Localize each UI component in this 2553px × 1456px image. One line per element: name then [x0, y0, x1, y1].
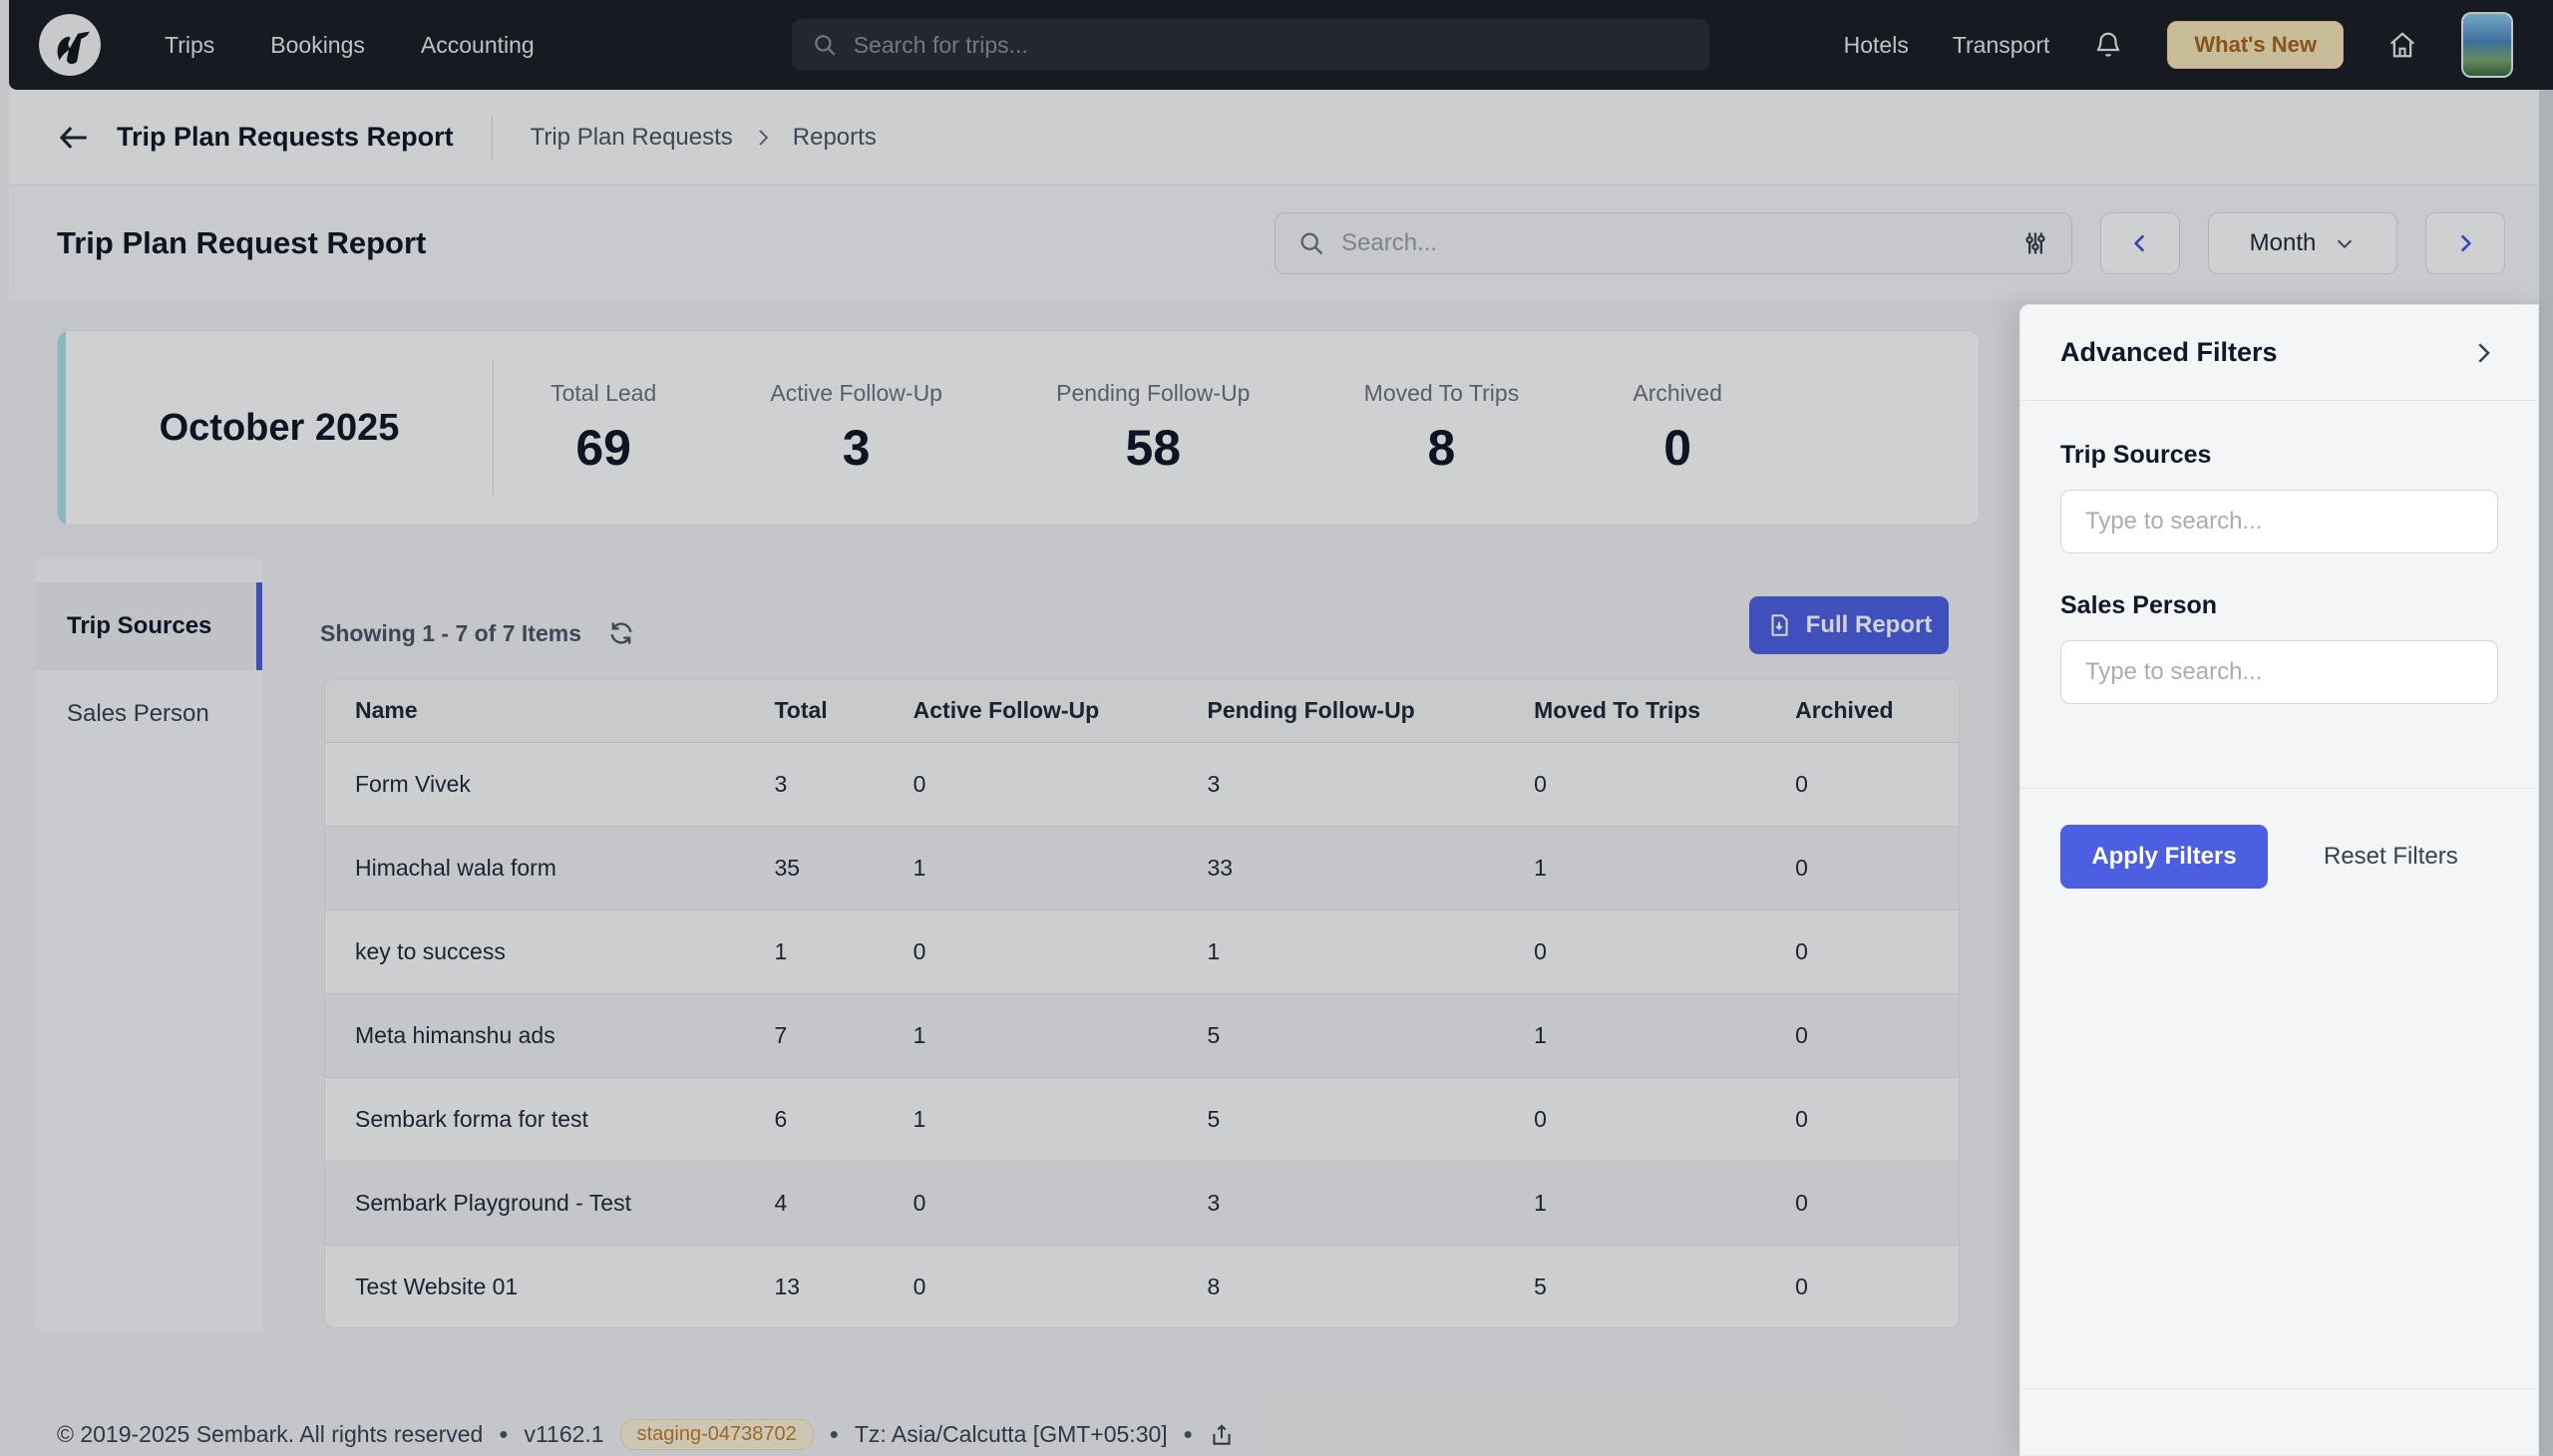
advanced-filters-drawer: Advanced Filters Trip Sources Sales Pers… — [2019, 304, 2539, 1456]
drawer-bottom-divider — [2020, 1388, 2538, 1389]
drawer-header: Advanced Filters — [2020, 305, 2538, 401]
reset-filters-button[interactable]: Reset Filters — [2324, 843, 2458, 871]
drawer-title: Advanced Filters — [2060, 337, 2278, 368]
filter-trip-sources: Trip Sources — [2060, 441, 2498, 553]
filter-label-sales-person: Sales Person — [2060, 591, 2498, 620]
apply-filters-button[interactable]: Apply Filters — [2060, 825, 2268, 889]
collapse-drawer-chevron-icon[interactable] — [2468, 338, 2498, 368]
sales-person-filter-input[interactable] — [2060, 640, 2498, 704]
trip-sources-filter-input[interactable] — [2060, 490, 2498, 553]
drawer-actions: Apply Filters Reset Filters — [2020, 789, 2538, 924]
filter-label-trip-sources: Trip Sources — [2060, 441, 2498, 470]
drawer-body: Trip Sources Sales Person — [2020, 401, 2538, 744]
filter-sales-person: Sales Person — [2060, 591, 2498, 704]
